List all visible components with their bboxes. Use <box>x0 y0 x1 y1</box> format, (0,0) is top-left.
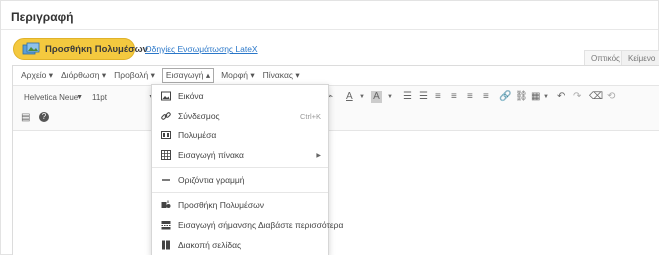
add-media-label: Προσθήκη Πολυμέσων <box>45 43 148 55</box>
bullet-list-icon[interactable]: ☰ <box>403 91 412 103</box>
align-right-icon[interactable]: ≡ <box>467 91 473 103</box>
insert-horizontal-line-item[interactable]: Οριζόντια γραμμή <box>152 171 328 189</box>
font-size-value: 11pt <box>92 93 107 102</box>
insert-image-label: Εικόνα <box>178 91 204 101</box>
latex-guide-link[interactable]: Οδηγίες Ενσωμάτωσης LateX <box>145 44 258 54</box>
menu-edit[interactable]: Διόρθωση ▾ <box>60 68 107 83</box>
add-media-icon <box>22 42 40 56</box>
align-justify-icon[interactable]: ≡ <box>483 91 489 103</box>
read-more-icon <box>161 220 171 230</box>
font-size-select[interactable]: 11pt ▼ <box>89 91 157 105</box>
insert-link-item[interactable]: Σύνδεσμος Ctrl+K <box>152 107 328 125</box>
menu-format[interactable]: Μορφή ▾ <box>220 68 256 83</box>
image-icon <box>161 91 171 101</box>
chevron-down-icon[interactable]: ▼ <box>359 91 365 103</box>
chevron-down-icon[interactable]: ▼ <box>387 91 393 103</box>
undo-icon[interactable]: ↶ <box>557 91 565 103</box>
add-media-button[interactable]: Προσθήκη Πολυμέσων <box>13 38 148 60</box>
link-icon <box>161 111 171 121</box>
description-panel: Περιγραφή Προσθήκη Πολυμέσων Οδηγίες Ενσ… <box>0 0 659 255</box>
font-family-value: Helvetica Neue <box>24 93 79 102</box>
numbered-list-icon[interactable]: ☰ <box>419 91 428 103</box>
background-color-icon[interactable]: A <box>371 91 382 103</box>
text-color-icon[interactable]: A <box>346 91 353 103</box>
table-icon[interactable]: ▦ <box>531 91 540 103</box>
horizontal-line-icon <box>161 175 171 185</box>
align-center-icon[interactable]: ≡ <box>451 91 457 103</box>
menu-table[interactable]: Πίνακας ▾ <box>262 68 301 83</box>
insert-link-label: Σύνδεσμος <box>178 111 220 121</box>
font-family-select[interactable]: Helvetica Neue ▼ <box>21 91 85 105</box>
insert-horizontal-line-label: Οριζόντια γραμμή <box>178 175 245 185</box>
insert-page-break-item[interactable]: Διακοπή σελίδας <box>152 236 328 254</box>
page-break-icon <box>161 240 171 250</box>
insert-image-item[interactable]: Εικόνα <box>152 87 328 105</box>
insert-page-break-label: Διακοπή σελίδας <box>178 240 242 250</box>
link-icon[interactable]: 🔗 <box>499 91 511 103</box>
chevron-right-icon: ▶ <box>316 152 321 159</box>
restore-icon[interactable]: ⟲ <box>607 91 615 103</box>
link-shortcut: Ctrl+K <box>299 111 321 121</box>
media-icon <box>161 130 171 140</box>
align-left-icon[interactable]: ≡ <box>435 91 441 103</box>
insert-add-media-item[interactable]: Προσθήκη Πολυμέσων <box>152 196 328 214</box>
insert-read-more-label: Εισαγωγή σήμανσης Διαβάστε περισσότερα <box>178 220 344 230</box>
menu-file[interactable]: Αρχείο ▾ <box>20 68 54 83</box>
redo-icon[interactable]: ↷ <box>573 91 581 103</box>
menu-view[interactable]: Προβολή ▾ <box>113 68 156 83</box>
insert-add-media-label: Προσθήκη Πολυμέσων <box>178 200 264 210</box>
table-icon <box>161 150 171 160</box>
insert-menu-dropdown: Εικόνα Σύνδεσμος Ctrl+K Πολυμέσα Εισαγωγ… <box>151 84 343 255</box>
insert-media-item[interactable]: Πολυμέσα <box>152 126 328 144</box>
keyboard-icon[interactable]: ▤ <box>21 112 30 124</box>
chevron-down-icon: ▼ <box>76 94 83 101</box>
insert-read-more-item[interactable]: Εισαγωγή σήμανσης Διαβάστε περισσότερα <box>152 216 343 234</box>
editor-menubar: Αρχείο ▾ Διόρθωση ▾ Προβολή ▾ Εισαγωγή ▴… <box>13 66 659 86</box>
section-title: Περιγραφή <box>11 10 74 24</box>
help-icon[interactable]: ? <box>39 112 49 122</box>
menu-insert[interactable]: Εισαγωγή ▴ <box>161 68 215 83</box>
insert-table-label: Εισαγωγή πίνακα <box>178 150 244 160</box>
add-media-icon <box>161 200 171 210</box>
chevron-down-icon[interactable]: ▼ <box>543 91 549 103</box>
editor-toolbar: Helvetica Neue ▼ 11pt ▼ ⌁ A ▼ A ▼ ☰ ☰ ≡ … <box>13 86 659 131</box>
insert-media-label: Πολυμέσα <box>178 130 217 140</box>
menu-divider <box>152 192 328 193</box>
eraser-icon[interactable]: ⌫ <box>589 91 603 103</box>
unlink-icon[interactable]: ⛓ <box>515 91 528 103</box>
menu-divider <box>152 167 328 168</box>
section-divider <box>1 29 658 30</box>
insert-table-item[interactable]: Εισαγωγή πίνακα ▶ <box>152 146 328 164</box>
tab-text[interactable]: Κείμενο <box>621 50 659 66</box>
